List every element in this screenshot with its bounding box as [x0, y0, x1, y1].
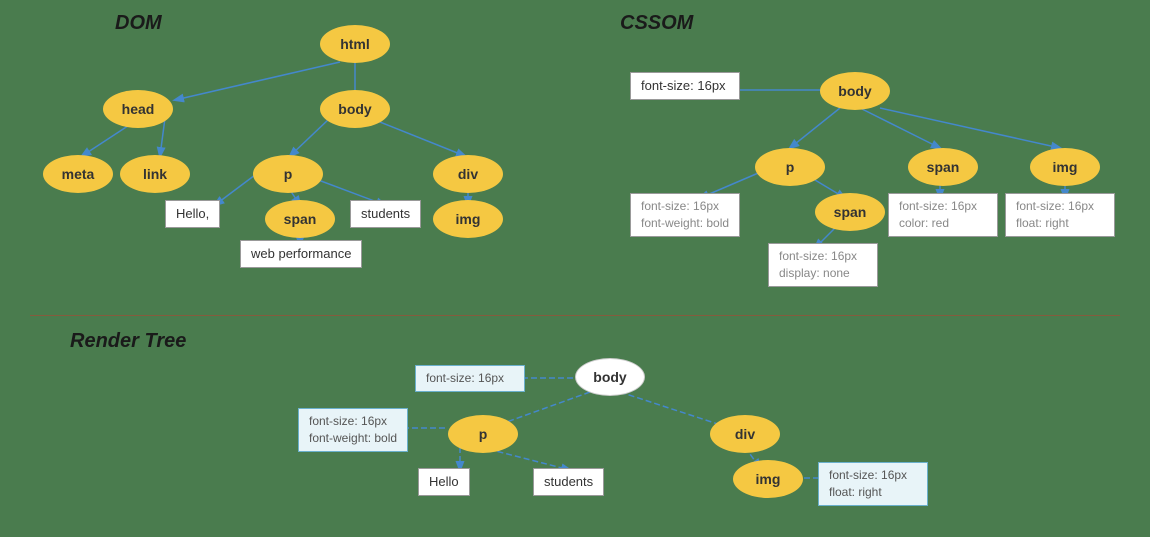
dom-meta-node: meta — [43, 155, 113, 193]
dom-head-node: head — [103, 90, 173, 128]
cssom-span-label-node: span — [908, 148, 978, 186]
render-body-node: body — [575, 358, 645, 396]
cssom-body-node: body — [820, 72, 890, 110]
cssom-title: CSSOM — [620, 12, 693, 35]
cssom-span-sub-node: span — [815, 193, 885, 231]
render-students-node: students — [533, 468, 604, 496]
render-p-node: p — [448, 415, 518, 453]
divider — [30, 315, 1120, 316]
dom-img-node: img — [433, 200, 503, 238]
dom-students-node: students — [350, 200, 421, 228]
cssom-span-styles-node: font-size: 16pxdisplay: none — [768, 243, 878, 287]
cssom-p-node: p — [755, 148, 825, 186]
render-img-node: img — [733, 460, 803, 498]
diagram-lines — [0, 0, 1150, 537]
dom-p-node: p — [253, 155, 323, 193]
render-hello-node: Hello — [418, 468, 470, 496]
dom-div-node: div — [433, 155, 503, 193]
render-tree-title: Render Tree — [70, 330, 186, 353]
dom-html-node: html — [320, 25, 390, 63]
cssom-span-label-styles-node: font-size: 16pxcolor: red — [888, 193, 998, 237]
cssom-img-node: img — [1030, 148, 1100, 186]
cssom-img-styles-node: font-size: 16pxfloat: right — [1005, 193, 1115, 237]
render-div-node: div — [710, 415, 780, 453]
dom-span-node: span — [265, 200, 335, 238]
cssom-root-style-node: font-size: 16px — [630, 72, 740, 100]
dom-body-node: body — [320, 90, 390, 128]
dom-link-node: link — [120, 155, 190, 193]
render-fontsize-node: font-size: 16px — [415, 365, 525, 392]
dom-title: DOM — [115, 12, 162, 35]
render-img-styles-node: font-size: 16pxfloat: right — [818, 462, 928, 506]
dom-web-performance-node: web performance — [240, 240, 362, 268]
dom-hello-node: Hello, — [165, 200, 220, 228]
cssom-p-styles-node: font-size: 16pxfont-weight: bold — [630, 193, 740, 237]
render-p-styles-node: font-size: 16pxfont-weight: bold — [298, 408, 408, 452]
